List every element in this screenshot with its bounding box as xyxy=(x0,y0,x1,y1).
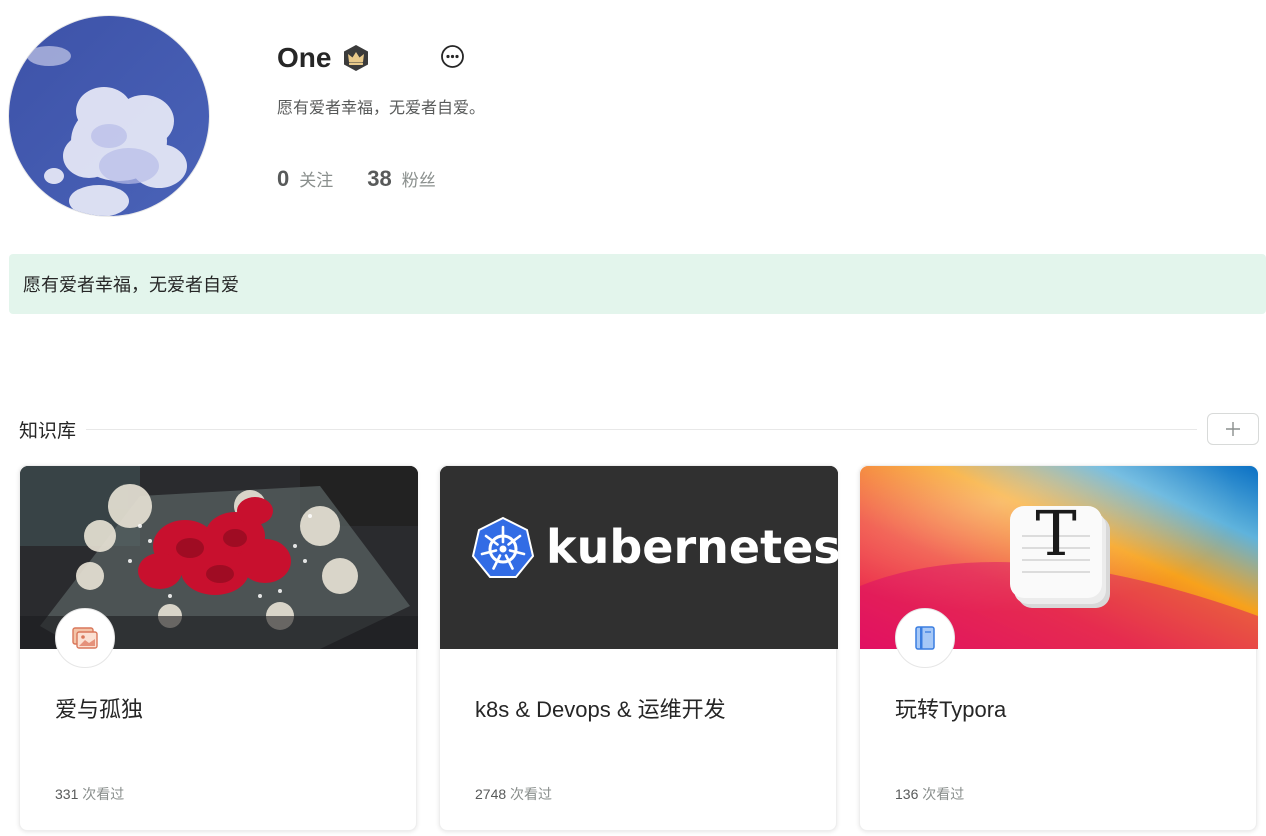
image-icon xyxy=(55,608,115,668)
views-count: 136 xyxy=(895,786,919,802)
profile-bio: 愿有爱者幸福，无爱者自爱。 xyxy=(277,100,486,117)
followers-label: 粉丝 xyxy=(401,171,436,190)
knowledge-section-header: 知识库 xyxy=(19,412,1259,446)
card-title: k8s & Devops & 运维开发 xyxy=(475,697,726,722)
followers-stat[interactable]: 38 粉丝 xyxy=(367,166,435,192)
knowledge-card[interactable]: T 玩转Typora 136 次看过 xyxy=(859,465,1258,831)
avatar-sky-image xyxy=(9,16,209,216)
following-label: 关注 xyxy=(299,171,334,190)
section-title: 知识库 xyxy=(19,420,77,442)
avatar[interactable] xyxy=(8,15,210,217)
more-options-icon[interactable] xyxy=(440,44,465,69)
views-count: 2748 xyxy=(475,786,507,802)
notice-banner: 愿有爱者幸福，无爱者自爱 xyxy=(9,254,1266,314)
views-label: 次看过 xyxy=(82,786,125,802)
book-icon xyxy=(895,608,955,668)
plus-icon xyxy=(1226,422,1240,436)
card-views: 2748 次看过 xyxy=(475,784,552,804)
cover-text: kubernetes xyxy=(546,520,838,574)
knowledge-card[interactable]: 爱与孤独 331 次看过 xyxy=(19,465,418,831)
profile-stats: 0 关注 38 粉丝 xyxy=(277,166,470,192)
views-count: 331 xyxy=(55,786,79,802)
card-views: 331 次看过 xyxy=(55,784,124,804)
add-knowledge-button[interactable] xyxy=(1207,413,1259,445)
profile-name-row: One xyxy=(277,40,371,76)
divider xyxy=(86,428,1197,430)
knowledge-card[interactable]: kubernetes k8s & Devops & 运维开发 2748 次看过 xyxy=(439,465,838,831)
card-title: 爱与孤独 xyxy=(55,697,144,722)
card-title: 玩转Typora xyxy=(895,697,1007,722)
following-stat[interactable]: 0 关注 xyxy=(277,166,333,192)
views-label: 次看过 xyxy=(510,786,553,802)
user-name: One xyxy=(277,42,332,73)
followers-count: 38 xyxy=(367,166,392,191)
card-views: 136 次看过 xyxy=(895,784,964,804)
crown-badge-icon[interactable] xyxy=(341,43,371,73)
card-cover-image: kubernetes xyxy=(440,466,838,649)
views-label: 次看过 xyxy=(922,786,965,802)
cover-text: T xyxy=(1035,497,1077,570)
following-count: 0 xyxy=(277,166,290,191)
